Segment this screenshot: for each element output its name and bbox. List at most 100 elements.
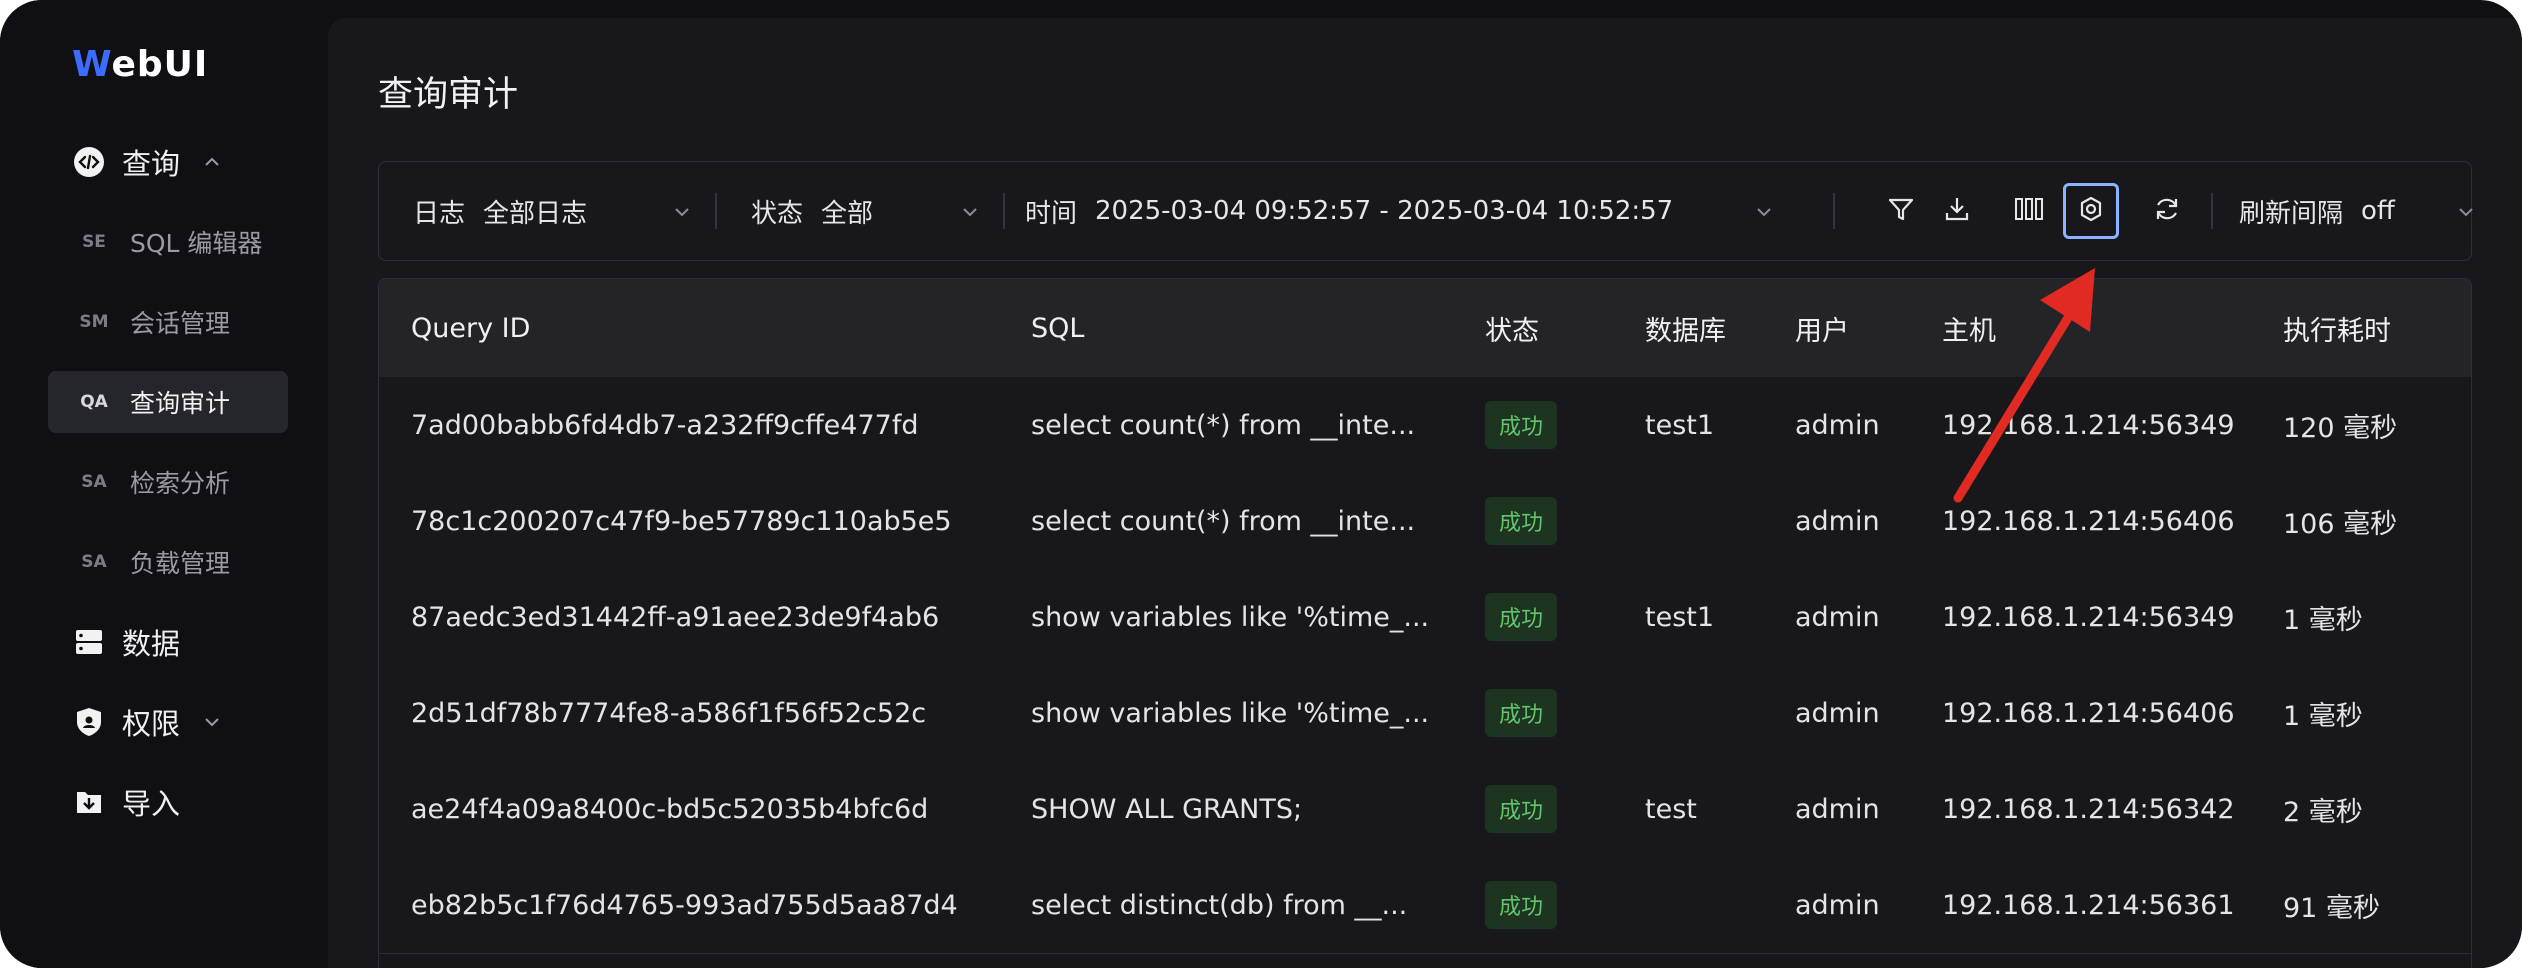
database-icon	[72, 625, 106, 659]
cell-user: admin	[1795, 697, 1880, 729]
cell-status: 成功	[1485, 569, 1558, 665]
page-title: 查询审计	[378, 75, 519, 115]
column-header-duration[interactable]: 执行耗时	[2283, 279, 2391, 377]
cell-host: 192.168.1.214:56342	[1942, 793, 2235, 825]
app-window: WebUI 查询 SE SQL 编辑器 SM 会话管理 QA 查询审计 SA 检…	[0, 0, 2522, 968]
sidebar-item-sql-editor[interactable]: SE SQL 编辑器	[48, 211, 288, 273]
cell-query-id: 7ad00babb6fd4db7-a232ff9cffe477fd	[411, 409, 919, 441]
chevron-up-icon	[202, 151, 224, 173]
chevron-down-icon	[1753, 200, 1775, 222]
cell-sql: select count(*) from __inte...	[1031, 409, 1416, 441]
status-badge: 成功	[1485, 785, 1558, 833]
columns-button[interactable]	[2007, 189, 2051, 233]
table-row[interactable]: 2d51df78b7774fe8-a586f1f56f52c52c show va…	[379, 665, 2471, 762]
chevron-down-icon	[202, 711, 224, 733]
refresh-button[interactable]	[2145, 189, 2189, 233]
gear-icon	[2076, 194, 2106, 228]
cell-duration: 120 毫秒	[2283, 412, 2398, 444]
cell-host: 192.168.1.214:56406	[1942, 697, 2235, 729]
table-row[interactable]: eb82b5c1f76d4765-993ad755d5aa87d4 select …	[379, 857, 2471, 954]
cell-duration: 1 毫秒	[2283, 700, 2363, 732]
cell-user: admin	[1795, 505, 1880, 537]
cell-sql: select distinct(db) from __...	[1031, 889, 1408, 921]
download-button[interactable]	[1935, 189, 1979, 233]
sidebar-item-query-audit[interactable]: QA 查询审计	[48, 371, 288, 433]
cell-database: test1	[1645, 601, 1715, 633]
column-header-user[interactable]: 用户	[1795, 279, 1849, 377]
columns-icon	[2013, 194, 2045, 228]
toolbar-divider	[1833, 193, 1835, 229]
cell-status: 成功	[1485, 857, 1558, 953]
status-badge: 成功	[1485, 689, 1558, 737]
cell-sql: select count(*) from __inte...	[1031, 505, 1416, 537]
cell-sql: SHOW ALL GRANTS;	[1031, 793, 1303, 825]
column-header-database[interactable]: 数据库	[1645, 279, 1726, 377]
sidebar-item-permissions[interactable]: 权限	[48, 691, 288, 753]
annotation-arrow	[1953, 268, 2095, 503]
table-row[interactable]: 87aedc3ed31442ff-a91aee23de9f4ab6 show va…	[379, 569, 2471, 666]
log-select[interactable]: 日志 全部日志	[413, 162, 693, 260]
cell-user: admin	[1795, 793, 1880, 825]
cell-duration: 2 毫秒	[2283, 796, 2363, 828]
cell-duration: 106 毫秒	[2283, 508, 2398, 540]
cell-query-id: 78c1c200207c47f9-be57789c110ab5e5	[411, 505, 952, 537]
cell-duration: 1 毫秒	[2283, 604, 2363, 636]
app-logo[interactable]: WebUI	[72, 44, 208, 85]
table-header: Query ID SQL 状态 数据库 用户 主机 执行耗时	[379, 279, 2471, 378]
cell-user: admin	[1795, 409, 1880, 441]
cell-status: 成功	[1485, 377, 1558, 473]
cell-status: 成功	[1485, 761, 1558, 857]
cell-status: 成功	[1485, 665, 1558, 761]
status-badge: 成功	[1485, 401, 1558, 449]
table-row[interactable]: 78c1c200207c47f9-be57789c110ab5e5 select …	[379, 473, 2471, 570]
status-badge: 成功	[1485, 497, 1558, 545]
refresh-interval-select[interactable]: 刷新间隔 off	[2239, 162, 2473, 260]
download-icon	[1942, 194, 1972, 228]
cell-host: 192.168.1.214:56349	[1942, 601, 2235, 633]
column-header-status[interactable]: 状态	[1485, 279, 1539, 377]
cell-query-id: eb82b5c1f76d4765-993ad755d5aa87d4	[411, 889, 958, 921]
cell-query-id: ae24f4a09a8400c-bd5c52035b4bfc6d	[411, 793, 929, 825]
filter-icon	[1886, 194, 1916, 228]
cell-database: test1	[1645, 409, 1715, 441]
sidebar: WebUI 查询 SE SQL 编辑器 SM 会话管理 QA 查询审计 SA 检…	[0, 0, 328, 968]
table-row[interactable]: ae24f4a09a8400c-bd5c52035b4bfc6d SHOW ALL…	[379, 761, 2471, 858]
status-select[interactable]: 状态 全部	[751, 162, 981, 260]
sidebar-item-session-management[interactable]: SM 会话管理	[48, 291, 288, 353]
column-header-sql[interactable]: SQL	[1031, 279, 1084, 377]
cell-sql: show variables like '%time_...	[1031, 697, 1430, 729]
cell-user: admin	[1795, 889, 1880, 921]
sidebar-item-search-analysis[interactable]: SA 检索分析	[48, 451, 288, 513]
cell-query-id: 2d51df78b7774fe8-a586f1f56f52c52c	[411, 697, 927, 729]
chevron-down-icon	[671, 200, 693, 222]
filter-toolbar: 日志 全部日志 状态 全部 时间 2025-03-04 09:52:57 - 2…	[378, 161, 2473, 261]
sidebar-item-query[interactable]: 查询	[48, 131, 288, 193]
refresh-icon	[2152, 194, 2182, 228]
toolbar-divider	[1003, 193, 1005, 229]
column-header-query-id[interactable]: Query ID	[411, 279, 530, 377]
shield-icon	[72, 705, 106, 739]
time-range-picker[interactable]: 时间 2025-03-04 09:52:57 - 2025-03-04 10:5…	[1025, 162, 1775, 260]
toolbar-divider	[2211, 193, 2213, 229]
status-badge: 成功	[1485, 593, 1558, 641]
sidebar-item-workload-management[interactable]: SA 负载管理	[48, 531, 288, 593]
filter-button[interactable]	[1879, 189, 1923, 233]
sidebar-item-data[interactable]: 数据	[48, 611, 288, 673]
sidebar-item-import[interactable]: 导入	[48, 771, 288, 833]
query-audit-table: Query ID SQL 状态 数据库 用户 主机 执行耗时 7ad00babb…	[378, 278, 2472, 968]
main-panel: 查询审计 日志 全部日志 状态 全部 时间 2025-03-04 09:52:5…	[328, 18, 2522, 968]
cell-database: test	[1645, 793, 1697, 825]
toolbar-divider	[715, 193, 717, 229]
chevron-down-icon	[2455, 200, 2477, 222]
code-icon	[72, 145, 106, 179]
chevron-down-icon	[959, 200, 981, 222]
cell-duration: 91 毫秒	[2283, 892, 2380, 924]
cell-sql: show variables like '%time_...	[1031, 601, 1430, 633]
table-row[interactable]: 7ad00babb6fd4db7-a232ff9cffe477fd select …	[379, 377, 2471, 474]
cell-status: 成功	[1485, 473, 1558, 569]
settings-button[interactable]	[2063, 183, 2119, 239]
cell-user: admin	[1795, 601, 1880, 633]
cell-host: 192.168.1.214:56361	[1942, 889, 2235, 921]
cell-query-id: 87aedc3ed31442ff-a91aee23de9f4ab6	[411, 601, 940, 633]
status-badge: 成功	[1485, 881, 1558, 929]
